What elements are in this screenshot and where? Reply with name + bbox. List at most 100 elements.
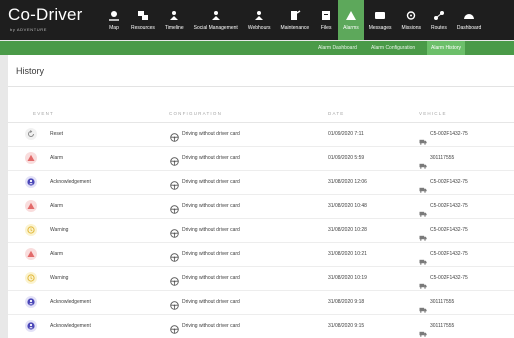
truck-icon [419,180,427,193]
subnav-alarm-configuration[interactable]: Alarm Configuration [371,41,415,55]
timeline-icon [167,10,181,21]
configuration-cell: Driving without driver card [182,155,240,161]
steering-wheel-icon [170,129,179,142]
nav-item-alarms[interactable]: Alarms [338,0,364,40]
vehicle-cell[interactable]: C5-002F1432-75 [430,227,468,233]
subnav-alarm-history[interactable]: Alarm History [427,41,466,55]
panel-header: History [8,55,514,87]
nav-item-timeline[interactable]: Timeline [160,0,189,40]
nav-item-label: Files [320,24,332,31]
nav-item-messages[interactable]: Messages [364,0,397,40]
event-cell: Alarm [50,155,64,161]
main-nav: Map Resources Timeline Social Management Web… [102,0,486,40]
date-cell: 01/09/2020 7:11 [328,131,364,137]
webhours-icon [252,10,266,21]
configuration-cell: Driving without driver card [182,275,240,281]
table-row[interactable]: Reset Driving without driver card 01/09/20… [8,123,514,147]
column-header-vehicle[interactable]: VEHICLE [419,111,447,116]
alarm-icon [25,200,37,212]
alarms-subnav: Alarm Dashboard Alarm Configuration Alar… [0,41,514,55]
event-cell: Acknowledgement [50,323,91,329]
nav-item-missions[interactable]: Missions [397,0,426,40]
history-table: EVENT CONFIGURATION DATE VEHICLE Reset Dr… [8,105,514,338]
nav-item-maintenance[interactable]: Maintenance [276,0,315,40]
truck-icon [419,300,427,313]
vehicle-cell[interactable]: C5-002F1432-75 [430,251,468,257]
date-cell: 31/08/2020 12:06 [328,179,367,185]
table-row[interactable]: Acknowledgement Driving without driver ca… [8,315,514,338]
truck-icon [419,228,427,241]
event-cell: Acknowledgement [50,179,91,185]
brand-name: Co-Driver [8,5,83,24]
top-navigation-bar: Co-Driver by ADVENTURE Map Resources Timel… [0,0,514,40]
configuration-cell: Driving without driver card [182,203,240,209]
event-cell: Warning [50,275,69,281]
table-row[interactable]: Warning Driving without driver card 31/08/… [8,219,514,243]
configuration-cell: Driving without driver card [182,227,240,233]
nav-item-label: Timeline [164,24,184,31]
configuration-cell: Driving without driver card [182,323,240,329]
column-header-event[interactable]: EVENT [33,111,54,116]
vehicle-cell[interactable]: C5-002F1432-75 [430,203,468,209]
date-cell: 31/08/2020 9:18 [328,299,365,305]
nav-item-routes[interactable]: Routes [426,0,452,40]
configuration-cell: Driving without driver card [182,131,240,137]
alarms-icon [344,10,358,21]
nav-item-webhours[interactable]: Webhours [243,0,276,40]
nav-item-label: Alarms [343,24,359,31]
acknowledgement-icon [25,320,37,332]
social-management-icon [209,10,223,21]
steering-wheel-icon [170,225,179,238]
table-row[interactable]: Warning Driving without driver card 31/08/… [8,267,514,291]
event-cell: Acknowledgement [50,299,91,305]
table-row[interactable]: Acknowledgement Driving without driver ca… [8,291,514,315]
messages-icon [373,10,387,21]
nav-item-label: Social Management [193,24,238,31]
nav-item-resources[interactable]: Resources [126,0,160,40]
truck-icon [419,276,427,289]
nav-item-label: Missions [401,24,421,31]
table-row[interactable]: Alarm Driving without driver card 31/08/20… [8,195,514,219]
nav-item-map[interactable]: Map [102,0,126,40]
table-row[interactable]: Alarm Driving without driver card 31/08/20… [8,243,514,267]
truck-icon [419,204,427,217]
table-header: EVENT CONFIGURATION DATE VEHICLE [8,105,514,123]
date-cell: 31/08/2020 9:15 [328,323,365,329]
steering-wheel-icon [170,249,179,262]
brand-logo[interactable]: Co-Driver by ADVENTURE [8,5,83,33]
steering-wheel-icon [170,273,179,286]
files-icon [319,10,333,21]
date-cell: 31/08/2020 10:48 [328,203,367,209]
nav-item-social-management[interactable]: Social Management [189,0,243,40]
vehicle-cell[interactable]: 301117555 [430,155,454,161]
configuration-cell: Driving without driver card [182,299,240,305]
warning-icon [25,272,37,284]
warning-icon [25,224,37,236]
date-cell: 31/08/2020 10:28 [328,227,367,233]
vehicle-cell[interactable]: C5-002F1432-75 [430,275,468,281]
truck-icon [419,132,427,145]
vehicle-cell[interactable]: C5-002F1432-75 [430,131,468,137]
nav-item-label: Map [109,24,119,31]
vehicle-cell[interactable]: 301117555 [430,323,454,329]
nav-item-files[interactable]: Files [314,0,338,40]
page-title: History [16,66,45,76]
brand-tagline: by ADVENTURE [10,27,47,32]
steering-wheel-icon [170,201,179,214]
nav-item-dashboard[interactable]: Dashboard [452,0,486,40]
subnav-alarm-dashboard[interactable]: Alarm Dashboard [318,41,357,55]
date-cell: 01/09/2020 5:59 [328,155,365,161]
vehicle-cell[interactable]: 301117555 [430,299,454,305]
table-row[interactable]: Acknowledgement Driving without driver ca… [8,171,514,195]
table-row[interactable]: Alarm Driving without driver card 01/09/20… [8,147,514,171]
steering-wheel-icon [170,297,179,310]
nav-item-label: Messages [368,24,392,31]
reset-icon [25,128,37,140]
column-header-configuration[interactable]: CONFIGURATION [169,111,222,116]
event-cell: Reset [50,131,64,137]
nav-item-label: Resources [131,24,155,31]
acknowledgement-icon [25,296,37,308]
column-header-date[interactable]: DATE [328,111,344,116]
event-cell: Warning [50,227,69,233]
vehicle-cell[interactable]: C5-002F1432-75 [430,179,468,185]
